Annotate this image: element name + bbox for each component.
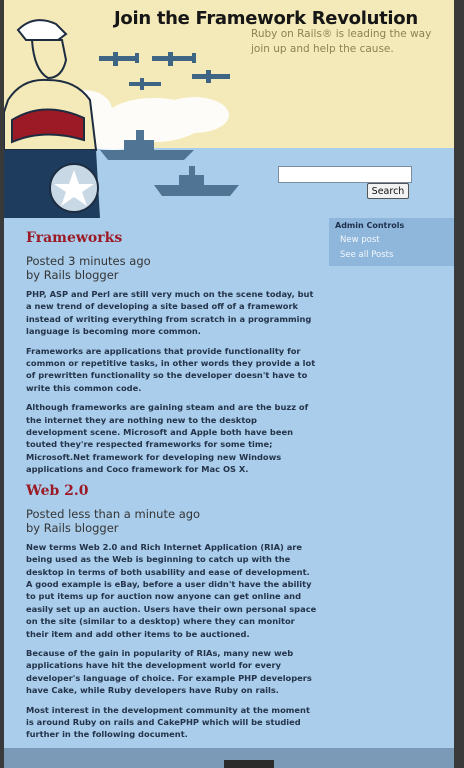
post: Web 2.0 Posted less than a minute ago by… (26, 483, 318, 741)
footer-badge (224, 760, 274, 768)
post: Frameworks Posted 3 minutes ago by Rails… (26, 230, 318, 476)
see-all-posts-link[interactable]: See all Posts (340, 250, 393, 260)
post-paragraph: Although frameworks are gaining steam an… (26, 402, 309, 475)
admin-controls-title: Admin Controls (335, 221, 405, 230)
post-timestamp: Posted 3 minutes ago (26, 254, 151, 268)
post-meta: Posted less than a minute ago by Rails b… (26, 507, 318, 535)
site-tagline: Ruby on Rails® is leading the way join u… (251, 28, 432, 55)
header-banner: Join the Framework Revolution Ruby on Ra… (4, 0, 454, 218)
revolution-poster-illustration (4, 19, 239, 218)
post-title-link[interactable]: Frameworks (26, 230, 318, 246)
posts-list: Frameworks Posted 3 minutes ago by Rails… (26, 230, 318, 748)
search-button[interactable]: Search (367, 183, 409, 199)
post-paragraph: PHP, ASP and Perl are still very much on… (26, 289, 314, 337)
search-input[interactable] (278, 166, 412, 183)
post-title-link[interactable]: Web 2.0 (26, 483, 318, 499)
post-paragraph: Frameworks are applications that provide… (26, 345, 316, 393)
post-meta: Posted 3 minutes ago by Rails blogger (26, 254, 318, 282)
page: Join the Framework Revolution Ruby on Ra… (4, 0, 454, 768)
post-timestamp: Posted less than a minute ago (26, 506, 201, 521)
footer (4, 748, 454, 768)
post-paragraph: Because of the gain in popularity of RIA… (26, 647, 312, 696)
admin-controls-panel: Admin Controls New post See all Posts (329, 218, 454, 266)
post-author: by Rails blogger (26, 268, 119, 282)
plane-icons (99, 52, 230, 90)
post-paragraph: New terms Web 2.0 and Rich Internet Appl… (26, 541, 317, 639)
new-post-link[interactable]: New post (340, 235, 380, 245)
site-title: Join the Framework Revolution (114, 8, 418, 29)
post-author: by Rails blogger (26, 520, 119, 535)
sailor-figure (4, 19, 100, 218)
post-paragraph: Most interest in the development communi… (26, 704, 310, 740)
